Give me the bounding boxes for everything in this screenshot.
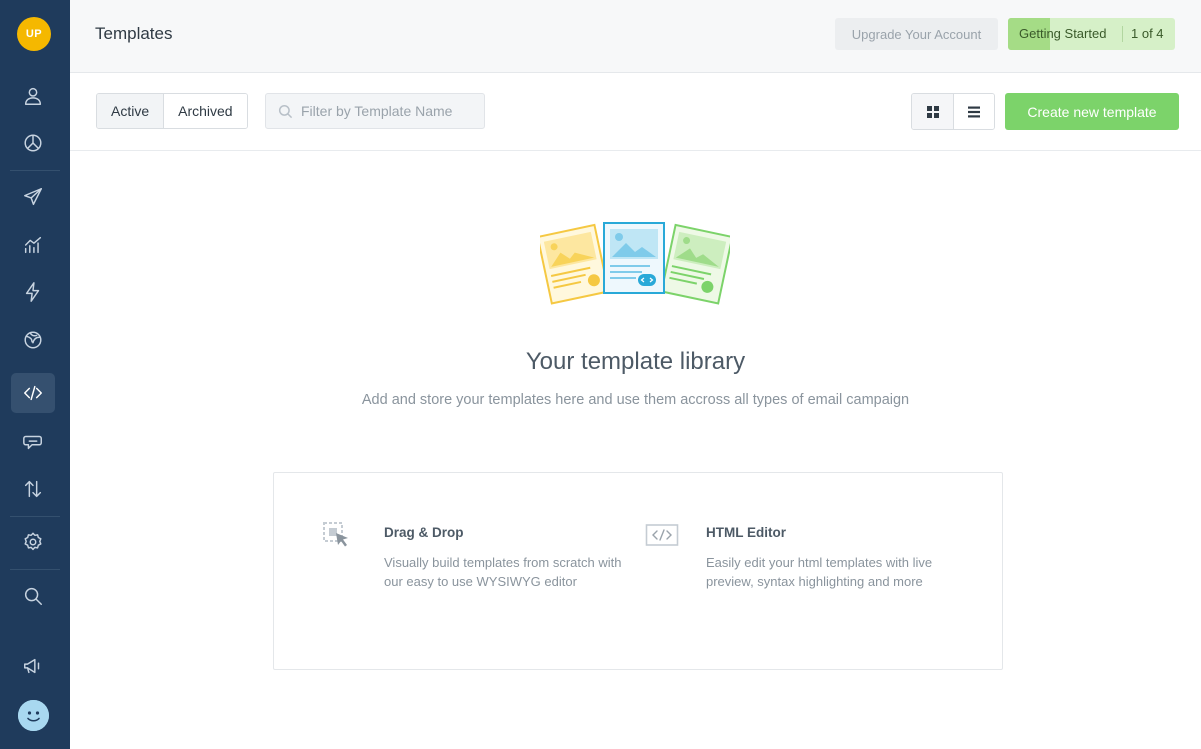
chat-icon	[23, 435, 42, 450]
tab-active[interactable]: Active	[97, 94, 164, 128]
sidebar-divider	[10, 516, 60, 517]
drag-drop-icon	[323, 522, 348, 547]
drag-drop-description: Visually build templates from scratch wi…	[384, 555, 622, 589]
pie-chart-icon	[24, 134, 42, 152]
sidebar-divider	[10, 569, 60, 570]
empty-state-title: Your template library	[525, 348, 746, 375]
smiley-avatar-icon	[18, 700, 49, 731]
sidebar-item-segments[interactable]	[11, 123, 55, 163]
green-template-card	[660, 223, 730, 305]
sidebar-item-contacts[interactable]	[11, 76, 55, 116]
html-code-icon	[645, 524, 679, 546]
megaphone-icon	[24, 658, 40, 674]
status-tabs: Active Archived	[96, 93, 248, 129]
list-view-button[interactable]	[953, 94, 994, 129]
search-icon	[278, 104, 293, 119]
grid-view-button[interactable]	[912, 94, 953, 129]
account-logo[interactable]: UP	[17, 17, 51, 51]
globe-icon	[24, 331, 42, 349]
search-icon	[24, 587, 42, 605]
transfer-icon	[24, 480, 42, 498]
template-filter	[265, 93, 485, 129]
view-toggle	[911, 93, 995, 130]
sidebar-item-automation[interactable]	[11, 272, 55, 312]
sidebar-divider	[10, 170, 60, 171]
sidebar-item-search[interactable]	[11, 576, 55, 616]
upgrade-account-button[interactable]: Upgrade Your Account	[835, 18, 998, 50]
getting-started-count: 1 of 4	[1131, 26, 1164, 41]
user-avatar[interactable]	[18, 700, 49, 731]
drag-drop-title: Drag & Drop	[384, 525, 464, 540]
page-title: Templates	[95, 24, 173, 43]
paper-plane-icon	[24, 188, 42, 206]
sidebar-item-reports[interactable]	[11, 225, 55, 265]
bar-chart-icon	[24, 236, 42, 254]
sidebar-item-conversations[interactable]	[11, 422, 55, 462]
sidebar: UP	[0, 0, 70, 749]
getting-started-separator	[1122, 26, 1123, 42]
code-icon	[24, 385, 42, 401]
filter-template-input[interactable]	[301, 94, 481, 128]
top-header: Templates Upgrade Your Account Getting S…	[70, 0, 1201, 73]
blue-template-card	[603, 222, 665, 294]
yellow-template-card	[540, 223, 610, 305]
lightning-icon	[25, 282, 40, 302]
templates-toolbar: Active Archived Create new template	[70, 73, 1201, 151]
sidebar-item-announcements[interactable]	[11, 646, 55, 686]
user-icon	[24, 87, 42, 105]
sidebar-item-settings[interactable]	[11, 522, 55, 562]
list-icon	[968, 106, 980, 117]
drag-drop-option[interactable]: Drag & Drop Visually build templates fro…	[322, 473, 622, 669]
template-library-illustration	[540, 222, 730, 305]
editor-options-card: Drag & Drop Visually build templates fro…	[273, 472, 1003, 670]
sidebar-item-templates[interactable]	[11, 373, 55, 413]
html-editor-option[interactable]: HTML Editor Easily edit your html templa…	[645, 473, 955, 669]
create-template-button[interactable]: Create new template	[1005, 93, 1179, 130]
html-editor-title: HTML Editor	[706, 525, 786, 540]
sidebar-item-integrations[interactable]	[11, 469, 55, 509]
grid-icon	[926, 105, 939, 118]
gear-icon	[24, 532, 42, 551]
tab-archived[interactable]: Archived	[163, 94, 247, 128]
getting-started-button[interactable]: Getting Started 1 of 4	[1008, 18, 1175, 50]
empty-state-subtitle: Add and store your templates here and us…	[361, 392, 910, 408]
getting-started-label: Getting Started	[1019, 26, 1107, 41]
html-editor-description: Easily edit your html templates with liv…	[706, 555, 933, 589]
sidebar-item-web[interactable]	[11, 320, 55, 360]
sidebar-item-campaigns[interactable]	[11, 177, 55, 217]
